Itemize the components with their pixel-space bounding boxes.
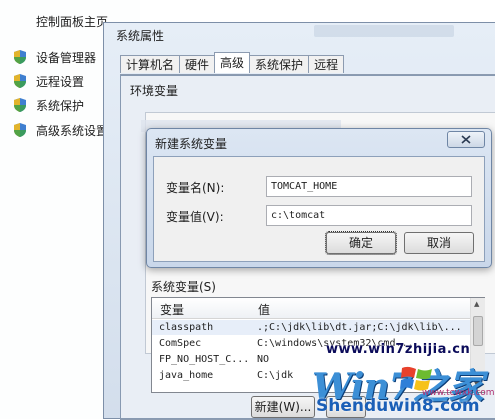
sidebar-item-label: 设备管理器: [36, 50, 97, 65]
variable-name-label: 变量名(N):: [166, 181, 225, 195]
tab-system-protection[interactable]: 系统保护: [249, 55, 310, 73]
sidebar-item-remote-settings[interactable]: 远程设置: [12, 72, 84, 90]
sidebar-item-advanced-settings[interactable]: 高级系统设置: [12, 121, 108, 139]
column-header-variable[interactable]: 变量: [160, 301, 184, 318]
sidebar-item-label: 高级系统设置: [36, 123, 109, 138]
close-button[interactable]: [447, 131, 485, 148]
row-variable: classpath: [159, 322, 214, 333]
dialog-title: 新建系统变量: [155, 137, 228, 151]
sidebar-item-device-manager[interactable]: 设备管理器: [12, 48, 96, 66]
shield-icon: [12, 97, 28, 113]
variable-value-field[interactable]: c:\tomcat: [266, 205, 472, 226]
ok-button[interactable]: 确定: [325, 231, 397, 255]
sidebar-item-system-protection[interactable]: 系统保护: [12, 96, 84, 114]
sidebar-item-label: 远程设置: [36, 74, 85, 89]
watermark-site: Shenduwin8.com: [316, 396, 480, 416]
scroll-up-icon[interactable]: ▲: [474, 300, 479, 308]
dialog-title: 环境变量: [130, 84, 179, 98]
new-system-variable-dialog: 新建系统变量 变量名(N): TOMCAT_HOME 变量值(V): c:\to…: [146, 128, 492, 268]
close-icon: [461, 135, 471, 144]
tab-advanced[interactable]: 高级: [214, 52, 251, 73]
system-variables-label: 系统变量(S): [151, 280, 216, 294]
row-variable: FP_NO_HOST_C...: [159, 354, 250, 365]
tab-computer-name[interactable]: 计算机名: [120, 55, 181, 73]
dialog-body: 变量名(N): TOMCAT_HOME 变量值(V): c:\tomcat 确定…: [153, 156, 485, 262]
shield-icon: [12, 73, 28, 89]
row-variable: java_home: [159, 370, 214, 381]
shield-icon: [12, 122, 28, 138]
control-panel-home-link[interactable]: 控制面板主页: [36, 13, 108, 30]
window-title: 系统属性: [116, 29, 165, 43]
row-value: C:\jdk: [257, 370, 294, 381]
title-blur: [314, 25, 454, 37]
watermark-url: www.win7zhijia.cn: [326, 342, 471, 357]
variable-name-field[interactable]: TOMCAT_HOME: [266, 176, 472, 197]
row-variable: ComSpec: [159, 338, 202, 349]
watermark: www.win7zhijia.cn Win7之家 www.tcwxk.com S…: [296, 330, 495, 419]
variable-value-label: 变量值(V):: [166, 210, 224, 224]
list-header: 变量 值: [152, 298, 470, 319]
tab-remote[interactable]: 远程: [308, 55, 345, 73]
column-header-value[interactable]: 值: [258, 301, 270, 318]
sidebar-item-label: 系统保护: [36, 98, 85, 113]
tab-strip: 计算机名 硬件 高级 系统保护 远程: [120, 52, 345, 75]
cancel-button[interactable]: 取消: [404, 232, 474, 254]
row-value: NO: [257, 354, 270, 365]
shield-icon: [12, 49, 28, 65]
tab-hardware[interactable]: 硬件: [179, 55, 216, 73]
